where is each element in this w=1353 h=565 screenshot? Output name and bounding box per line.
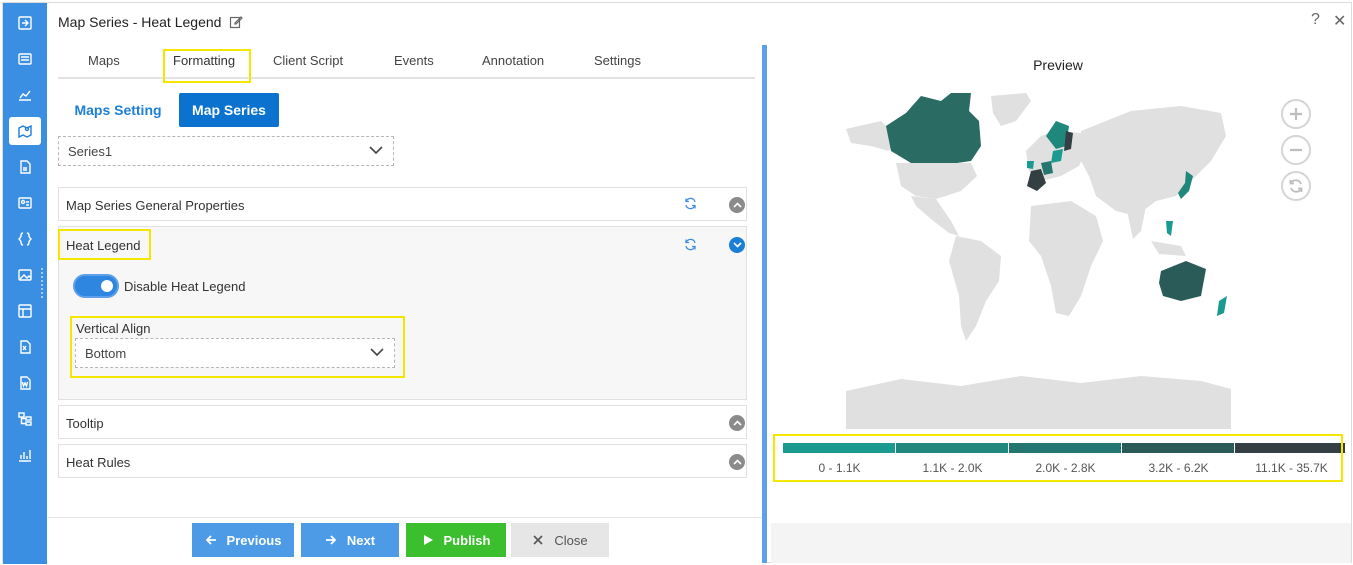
zoom-in-button[interactable]	[1281, 99, 1311, 129]
highlight-vertical-align	[70, 316, 405, 378]
bar-chart-icon[interactable]	[9, 441, 41, 469]
close-label: Close	[554, 532, 588, 548]
chevron-down-icon[interactable]	[729, 237, 745, 253]
plus-icon	[1290, 108, 1302, 120]
refresh-icon[interactable]	[684, 238, 697, 251]
tab-events[interactable]: Events	[394, 53, 434, 68]
list-icon[interactable]	[9, 45, 41, 73]
close-x-icon	[533, 535, 543, 545]
next-button[interactable]: Next	[301, 523, 399, 557]
zoom-out-button[interactable]	[1281, 135, 1311, 165]
publish-button[interactable]: Publish	[406, 523, 506, 557]
sign-in-icon[interactable]	[9, 9, 41, 37]
tab-maps[interactable]: Maps	[88, 53, 120, 68]
table-icon[interactable]	[9, 297, 41, 325]
panel-general-title: Map Series General Properties	[66, 198, 245, 213]
map-icon[interactable]	[9, 117, 41, 145]
tab-client-script[interactable]: Client Script	[273, 53, 343, 68]
disable-heat-legend-toggle[interactable]	[73, 274, 119, 298]
close-icon[interactable]: ✕	[1333, 11, 1346, 31]
chevron-up-icon[interactable]	[729, 415, 745, 431]
toggle-knob	[101, 280, 113, 292]
dialog-title-text: Map Series - Heat Legend	[58, 14, 222, 30]
map-series-dialog: Map Series - Heat Legend ? ✕ Maps Format…	[2, 2, 1352, 564]
chevron-up-icon[interactable]	[729, 454, 745, 470]
toggle-label: Disable Heat Legend	[124, 279, 246, 294]
arrow-right-icon	[325, 535, 337, 545]
chevron-up-icon[interactable]	[729, 197, 745, 213]
image-icon[interactable]	[9, 261, 41, 289]
minus-icon	[1290, 148, 1302, 152]
chevron-down-icon	[369, 146, 383, 155]
panel-splitter[interactable]	[762, 45, 767, 563]
excel-icon[interactable]	[9, 333, 41, 361]
preview-footer-strip	[771, 523, 1351, 563]
play-icon	[423, 535, 433, 545]
dialog-title: Map Series - Heat Legend	[58, 14, 244, 30]
chart-icon[interactable]	[9, 81, 41, 109]
arrow-left-icon	[205, 535, 216, 545]
braces-icon[interactable]	[9, 225, 41, 253]
map-series-button[interactable]: Map Series	[179, 93, 279, 127]
panel-heat-rules-title: Heat Rules	[66, 455, 131, 470]
panel-general-properties[interactable]: Map Series General Properties	[58, 187, 747, 221]
edit-icon[interactable]	[229, 15, 244, 29]
highlight-formatting-tab	[163, 49, 251, 83]
next-label: Next	[346, 532, 376, 548]
document-icon[interactable]	[9, 153, 41, 181]
reset-icon	[1289, 179, 1303, 193]
series-select[interactable]: Series1	[58, 136, 394, 166]
series-select-value: Series1	[68, 143, 113, 159]
rail-resize-grip[interactable]	[41, 268, 45, 298]
maps-setting-button[interactable]: Maps Setting	[63, 93, 173, 127]
panel-tooltip-title: Tooltip	[66, 416, 104, 431]
tab-annotation[interactable]: Annotation	[482, 53, 544, 68]
highlight-heat-legend	[58, 229, 151, 260]
hierarchy-icon[interactable]	[9, 405, 41, 433]
refresh-icon[interactable]	[684, 197, 697, 210]
panel-heat-rules[interactable]: Heat Rules	[58, 444, 747, 478]
panel-tooltip[interactable]: Tooltip	[58, 405, 747, 439]
highlight-heat-legend-preview	[773, 434, 1343, 482]
previous-button[interactable]: Previous	[192, 523, 294, 557]
preview-title: Preview	[1033, 57, 1083, 73]
publish-label: Publish	[443, 532, 491, 548]
world-map[interactable]	[841, 91, 1236, 431]
contact-card-icon[interactable]	[9, 189, 41, 217]
tab-settings[interactable]: Settings	[594, 53, 641, 68]
help-icon[interactable]: ?	[1311, 11, 1320, 29]
close-button[interactable]: Close	[511, 523, 609, 557]
reset-zoom-button[interactable]	[1281, 171, 1311, 201]
word-icon[interactable]	[9, 369, 41, 397]
previous-label: Previous	[226, 532, 282, 548]
